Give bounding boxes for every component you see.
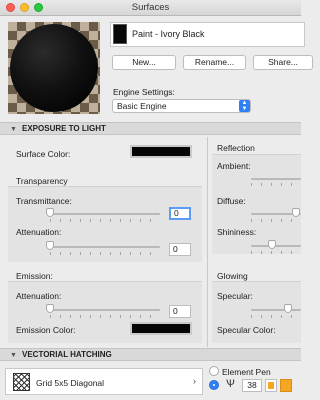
transparency-title: Transparency [16,176,68,186]
diffuse-ticks [251,219,301,222]
title-bar: Surfaces [0,0,301,16]
engine-settings-label: Engine Settings: [113,87,175,97]
pen-color-swatch[interactable] [265,379,277,392]
specular-color-label: Specular Color: [217,325,276,335]
transmittance-ticks [50,219,160,222]
share-button[interactable]: Share... [253,55,313,70]
surface-color-swatch[interactable] [130,145,192,158]
hatch-pattern-label: Grid 5x5 Diagonal [36,378,105,388]
transparency-attenuation-ticks [50,252,160,255]
shininess-slider-track [251,245,301,247]
engine-select[interactable]: Basic Engine ▲ ▼ [112,99,251,113]
emission-attenuation-knob[interactable] [46,304,54,313]
ambient-ticks [251,183,301,186]
custom-pen-radio[interactable] [209,380,219,390]
material-swatch [113,24,127,44]
specular-slider-track [251,309,301,311]
shininess-ticks [251,251,301,254]
pen-color-picker[interactable] [280,379,292,392]
exposure-section-header[interactable]: ▼ EXPOSURE TO LIGHT [0,122,301,135]
diffuse-slider-knob[interactable] [292,208,300,217]
element-pen-radio[interactable] [209,366,219,376]
transmittance-slider-track [50,213,160,215]
exposure-header-label: EXPOSURE TO LIGHT [22,124,106,133]
reflection-title: Reflection [217,143,255,153]
transparency-attenuation-label: Attenuation: [16,227,62,237]
shininess-slider-knob[interactable] [268,240,276,249]
specular-slider-knob[interactable] [284,304,292,313]
ambient-slider-track [251,178,301,180]
transmittance-slider-knob[interactable] [46,208,54,217]
ambient-label: Ambient: [217,161,251,171]
chevron-right-icon: › [193,376,196,386]
shininess-label: Shininess: [217,227,257,237]
material-preview [8,22,100,114]
pen-icon: Ѱ [226,378,235,390]
diffuse-label: Diffuse: [217,196,246,206]
specular-ticks [251,315,301,318]
hatching-section-header[interactable]: ▼ VECTORIAL HATCHING [0,348,301,361]
disclosure-triangle-icon: ▼ [10,352,17,359]
emission-attenuation-label: Attenuation: [16,291,62,301]
rename-button[interactable]: Rename... [183,55,246,70]
emission-color-label: Emission Color: [16,325,76,335]
pen-number-field[interactable]: 38 [242,379,262,392]
window-title: Surfaces [131,2,170,13]
chevron-updown-icon: ▲ ▼ [239,100,250,112]
column-divider [207,137,208,347]
transparency-attenuation-input[interactable]: 0 [169,243,191,256]
material-name: Paint - Ivory Black [132,29,205,39]
engine-select-value: Basic Engine [117,101,167,111]
hatching-header-label: VECTORIAL HATCHING [22,350,112,359]
emission-attenuation-ticks [50,315,160,318]
emission-attenuation-track [50,309,160,311]
transmittance-input[interactable]: 0 [169,207,191,220]
specular-label: Specular: [217,291,253,301]
transparency-attenuation-knob[interactable] [46,241,54,250]
transmittance-label: Transmittance: [16,196,72,206]
disclosure-triangle-icon: ▼ [10,126,17,133]
emission-attenuation-input[interactable]: 0 [169,305,191,318]
emission-title: Emission: [16,271,53,281]
new-button[interactable]: New... [112,55,176,70]
glowing-title: Glowing [217,271,248,281]
grid-diagonal-hatch-icon [13,373,30,391]
element-pen-label: Element Pen [222,367,271,377]
emission-color-swatch[interactable] [130,322,192,335]
hatch-pattern-selector[interactable]: Grid 5x5 Diagonal › [5,368,203,395]
transparency-attenuation-track [50,246,160,248]
preview-sphere [10,24,98,112]
surface-color-label: Surface Color: [16,149,71,159]
